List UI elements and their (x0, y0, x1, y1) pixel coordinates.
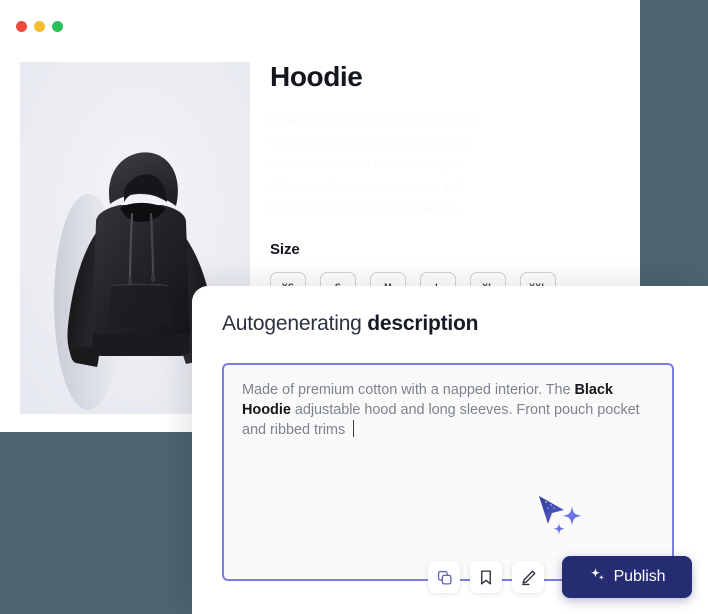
product-detail-column: Hoodie Lorem ipsum dolor sit amet consec… (270, 60, 620, 302)
placeholder-line: incididunt ut labore et dolore magna (270, 158, 461, 171)
text-caret (353, 420, 355, 437)
description-segment-2: adjustable hood and long sleeves. Front … (242, 402, 640, 438)
page-title: Hoodie (270, 61, 363, 92)
copy-icon (436, 569, 453, 586)
description-text: Made of premium cotton with a napped int… (242, 380, 656, 440)
description-textarea[interactable]: Made of premium cotton with a napped int… (222, 363, 674, 581)
description-segment-1: Made of premium cotton with a napped int… (242, 382, 575, 398)
traffic-light-minimize[interactable] (34, 20, 45, 32)
bookmark-button[interactable] (470, 561, 502, 593)
placeholder-line: adipiscing elit sed do eiusmod tempor (270, 136, 471, 149)
size-label: Size (270, 241, 300, 258)
description-placeholder-block: Lorem ipsum dolor sit amet consectetur a… (270, 114, 620, 215)
placeholder-line: aliqua ut enim ad minim veniam quis (270, 180, 465, 193)
panel-heading-bold: description (367, 312, 479, 335)
copy-button[interactable] (428, 561, 460, 593)
sparkle-icon (589, 566, 606, 588)
panel-heading: Autogenerating description (222, 312, 478, 336)
screenshot-root: Hoodie Lorem ipsum dolor sit amet consec… (0, 0, 708, 614)
placeholder-line: nostrud exercitation ullamco laboris (270, 202, 459, 215)
autogenerate-description-panel: Autogenerating description Made of premi… (192, 286, 708, 614)
traffic-light-close[interactable] (16, 20, 27, 32)
edit-icon (520, 569, 537, 586)
publish-button[interactable]: Publish (562, 556, 692, 598)
edit-button[interactable] (512, 561, 544, 593)
panel-action-bar: Publish (210, 556, 692, 598)
placeholder-line: Lorem ipsum dolor sit amet consectetur (270, 114, 481, 127)
ai-sparkle-cursor-icon (536, 493, 588, 543)
publish-button-label: Publish (613, 568, 666, 585)
traffic-light-maximize[interactable] (52, 20, 63, 32)
panel-heading-regular: Autogenerating (222, 312, 362, 335)
bookmark-icon (478, 569, 494, 586)
window-titlebar (0, 0, 640, 52)
